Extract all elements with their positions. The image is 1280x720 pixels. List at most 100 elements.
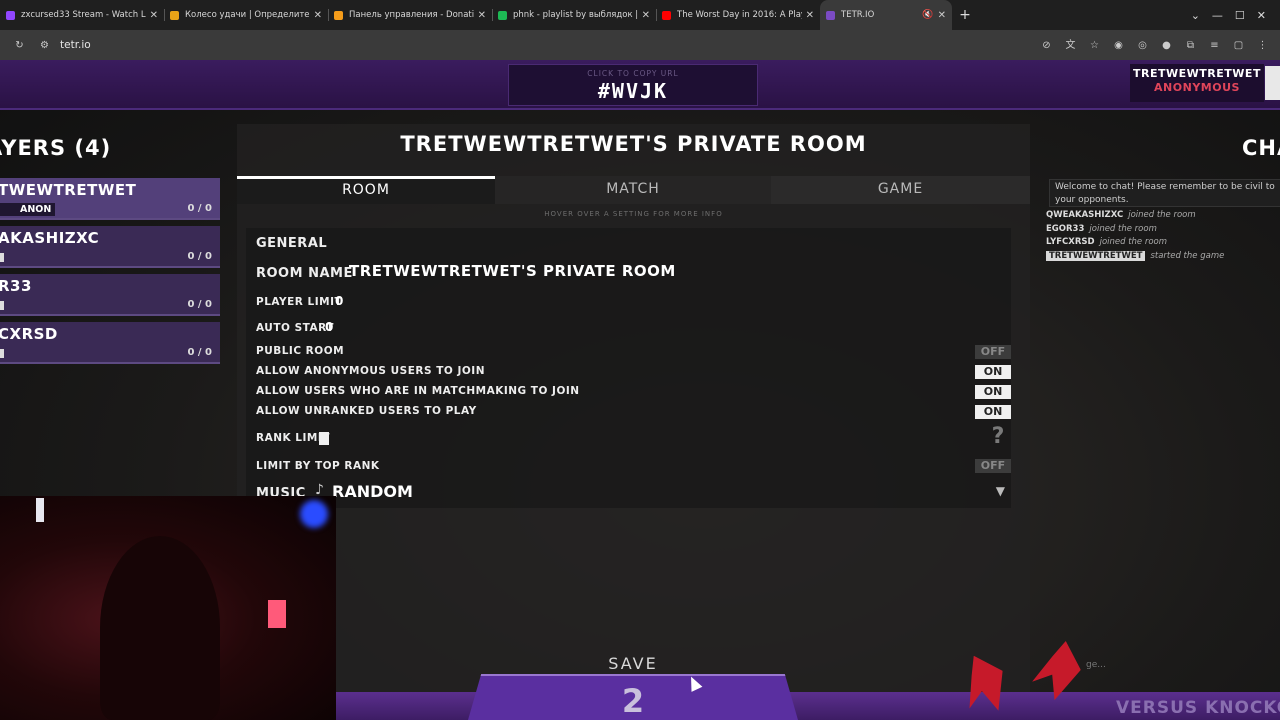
player-row[interactable]: R33 0 / 0 bbox=[0, 274, 220, 316]
chat-username[interactable]: EGOR33 bbox=[1046, 224, 1084, 234]
player-tag bbox=[0, 253, 4, 262]
player-row[interactable]: AKASHIZXC 0 / 0 bbox=[0, 226, 220, 268]
reading-list-icon[interactable]: ≡ bbox=[1209, 40, 1220, 51]
window-controls: ⌄ — ☐ ✕ bbox=[1191, 0, 1280, 30]
translate-icon[interactable]: 文 bbox=[1065, 40, 1076, 51]
player-score: 0 / 0 bbox=[187, 251, 212, 262]
auto-start-field[interactable]: 0 bbox=[325, 320, 333, 334]
top-rank-toggle[interactable]: OFF bbox=[975, 459, 1011, 473]
allow-unranked-toggle[interactable]: ON bbox=[975, 405, 1011, 419]
hover-hint: HOVER OVER A SETTING FOR MORE INFO bbox=[544, 210, 723, 218]
browser-tab[interactable]: TETR.IO 🔇 ✕ bbox=[820, 0, 952, 30]
url-field[interactable]: tetr.io bbox=[60, 39, 91, 51]
chat-input[interactable]: ge... bbox=[1046, 660, 1280, 678]
player-tag: ANON bbox=[0, 203, 56, 216]
tab-title: zxcursed33 Stream - Watch Live bbox=[21, 10, 146, 20]
game-area: CLICK TO COPY URL #WVJK TRETWEWTRETWET A… bbox=[0, 60, 1280, 720]
chat-message: LYFCXRSD joined the room bbox=[1046, 237, 1167, 247]
chat-text: started the game bbox=[1150, 250, 1225, 261]
extension-icon[interactable]: ◉ bbox=[1113, 40, 1124, 51]
player-score: 0 / 0 bbox=[187, 347, 212, 358]
minimize-icon[interactable]: — bbox=[1212, 9, 1223, 22]
tab-close-icon[interactable]: ✕ bbox=[478, 10, 486, 21]
chat-message: TRETWEWTRETWET started the game bbox=[1046, 250, 1225, 261]
allow-unranked-label: ALLOW UNRANKED USERS TO PLAY bbox=[256, 405, 477, 417]
tab-game[interactable]: GAME bbox=[771, 176, 1030, 204]
save-button[interactable]: 2 bbox=[468, 674, 798, 720]
room-name-label: ROOM NAME bbox=[256, 266, 353, 281]
room-code: #WVJK bbox=[597, 79, 669, 103]
chat-username[interactable]: TRETWEWTRETWET bbox=[1046, 250, 1146, 261]
close-window-icon[interactable]: ✕ bbox=[1257, 9, 1266, 22]
profile-icon[interactable]: ▢ bbox=[1233, 40, 1244, 51]
tab-title: TETR.IO bbox=[841, 10, 875, 20]
room-code-box[interactable]: CLICK TO COPY URL #WVJK bbox=[508, 64, 758, 106]
tab-favicon-icon bbox=[662, 10, 671, 20]
browser-tab[interactable]: Колесо удачи | Определите по ✕ bbox=[164, 0, 328, 30]
chevron-down-icon[interactable]: ▼ bbox=[996, 484, 1005, 498]
allow-anon-toggle[interactable]: ON bbox=[975, 365, 1011, 379]
screen: zxcursed33 Stream - Watch Live ✕ Колесо уд… bbox=[0, 0, 1280, 720]
maximize-icon[interactable]: ☐ bbox=[1235, 9, 1245, 22]
tab-close-icon[interactable]: ✕ bbox=[642, 10, 650, 21]
user-tag: ANONYMOUS bbox=[1154, 81, 1240, 94]
new-tab-button[interactable]: + bbox=[952, 0, 978, 30]
chat-message: QWEAKASHIZXC joined the room bbox=[1046, 210, 1196, 220]
avatar[interactable] bbox=[1265, 66, 1280, 100]
tab-favicon-icon bbox=[170, 10, 179, 20]
chat-title: CHA bbox=[1242, 136, 1280, 160]
tab-close-icon[interactable]: ✕ bbox=[314, 10, 322, 21]
tab-favicon-icon bbox=[826, 10, 835, 20]
rank-limit-checkbox[interactable] bbox=[319, 432, 329, 445]
tab-title: Панель управления - Donation bbox=[349, 10, 474, 20]
chat-welcome: Welcome to chat! Please remember to be c… bbox=[1049, 179, 1280, 207]
player-name: R33 bbox=[0, 277, 32, 295]
tab-title: The Worst Day in 2016: A Playli bbox=[677, 10, 802, 20]
reload-icon[interactable]: ↻ bbox=[14, 40, 25, 51]
allow-anon-label: ALLOW ANONYMOUS USERS TO JOIN bbox=[256, 365, 485, 377]
tab-search-icon[interactable]: ⌄ bbox=[1191, 9, 1200, 22]
site-info-icon[interactable]: ⚙ bbox=[39, 40, 50, 51]
tab-close-icon[interactable]: ✕ bbox=[150, 10, 158, 21]
player-limit-label: PLAYER LIMIT bbox=[256, 296, 343, 308]
allow-matchmaking-toggle[interactable]: ON bbox=[975, 385, 1011, 399]
address-bar: ↻ ⚙ tetr.io ⊘ 文 ☆ ◉ ◎ ● ⧉ ≡ ▢ ⋮ bbox=[0, 30, 1280, 60]
save-area: SAVE 2 bbox=[468, 650, 798, 720]
public-room-label: PUBLIC ROOM bbox=[256, 345, 345, 357]
menu-icon[interactable]: ⋮ bbox=[1257, 40, 1268, 51]
help-icon[interactable]: ? bbox=[987, 424, 1009, 449]
room-name-field[interactable]: TRETWEWTRETWET'S PRIVATE ROOM bbox=[349, 262, 676, 280]
tab-close-icon[interactable]: ✕ bbox=[806, 10, 814, 21]
user-box[interactable]: TRETWEWTRETWET ANONYMOUS bbox=[1130, 64, 1264, 102]
browser-tab[interactable]: zxcursed33 Stream - Watch Live ✕ bbox=[0, 0, 164, 30]
tab-match[interactable]: MATCH bbox=[495, 176, 771, 204]
browser-tab[interactable]: phnk - playlist by выблядок | S ✕ bbox=[492, 0, 656, 30]
extension-icon[interactable]: ◎ bbox=[1137, 40, 1148, 51]
player-limit-field[interactable]: 0 bbox=[335, 294, 343, 308]
tab-close-icon[interactable]: ✕ bbox=[938, 10, 946, 21]
auto-start-label: AUTO START bbox=[256, 322, 334, 334]
tab-mute-icon[interactable]: 🔇 bbox=[922, 10, 933, 20]
chat-username[interactable]: LYFCXRSD bbox=[1046, 237, 1095, 247]
music-select[interactable]: RANDOM bbox=[332, 482, 413, 501]
camera-blocked-icon[interactable]: ⊘ bbox=[1041, 40, 1052, 51]
tab-title: phnk - playlist by выблядок | S bbox=[513, 10, 638, 20]
extension-icon[interactable]: ● bbox=[1161, 40, 1172, 51]
bookmark-star-icon[interactable]: ☆ bbox=[1089, 40, 1100, 51]
tab-title: Колесо удачи | Определите по bbox=[185, 10, 310, 20]
chat-panel: Welcome to chat! Please remember to be c… bbox=[1046, 178, 1280, 678]
light-strip bbox=[36, 498, 44, 522]
tab-room[interactable]: ROOM bbox=[237, 176, 495, 204]
chat-username[interactable]: QWEAKASHIZXC bbox=[1046, 210, 1123, 220]
allow-matchmaking-label: ALLOW USERS WHO ARE IN MATCHMAKING TO JO… bbox=[256, 385, 580, 397]
player-row[interactable]: TWEWTRETWET ANON 0 / 0 bbox=[0, 178, 220, 220]
tab-favicon-icon bbox=[6, 10, 15, 20]
players-title: AYERS (4) bbox=[0, 136, 112, 160]
browser-tab[interactable]: The Worst Day in 2016: A Playli ✕ bbox=[656, 0, 820, 30]
public-room-toggle[interactable]: OFF bbox=[975, 345, 1011, 359]
copy-url-hint: CLICK TO COPY URL bbox=[587, 69, 679, 78]
extensions-puzzle-icon[interactable]: ⧉ bbox=[1185, 40, 1196, 51]
player-row[interactable]: CXRSD 0 / 0 bbox=[0, 322, 220, 364]
browser-tab[interactable]: Панель управления - Donation ✕ bbox=[328, 0, 492, 30]
player-score: 0 / 0 bbox=[187, 203, 212, 214]
